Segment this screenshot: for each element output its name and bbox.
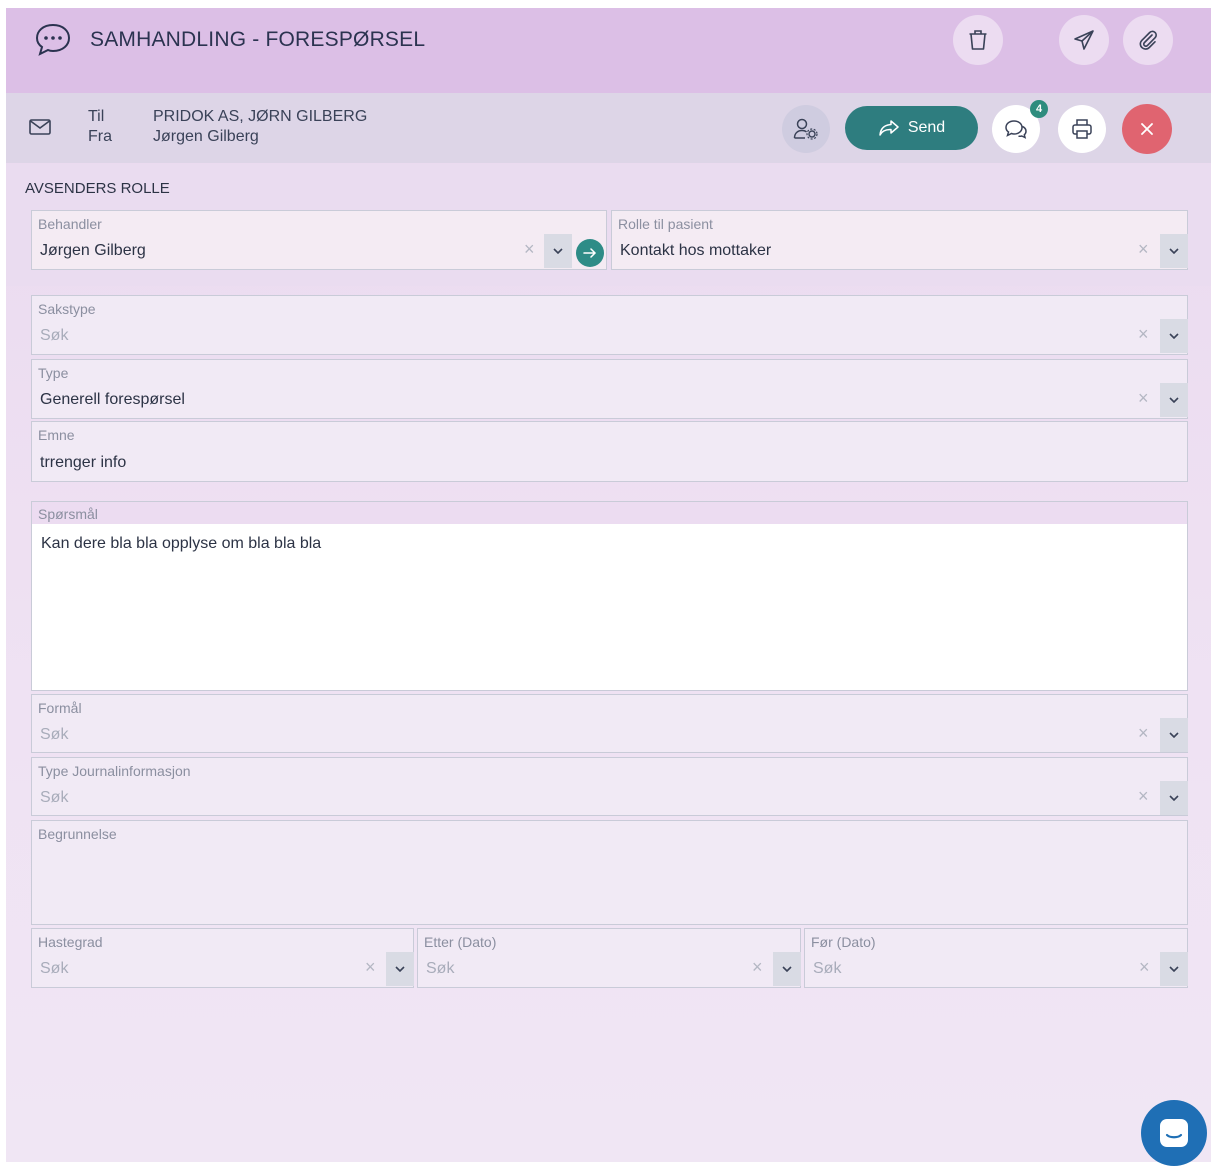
clear-icon[interactable]: × (1138, 239, 1149, 259)
type-journal-select[interactable]: Type Journalinformasjon Søk × (31, 757, 1188, 816)
section-title: AVSENDERS ROLLE (25, 180, 170, 197)
clear-icon[interactable]: × (1139, 957, 1150, 977)
rolle-label: Rolle til pasient (618, 216, 713, 232)
emne-label: Emne (38, 427, 75, 443)
begrunnelse-label: Begrunnelse (38, 826, 117, 842)
to-label: Til (88, 108, 105, 125)
type-select[interactable]: Type Generell forespørsel × (31, 359, 1188, 419)
clear-icon[interactable]: × (752, 957, 763, 977)
close-icon (1140, 122, 1154, 136)
mail-icon (28, 117, 52, 137)
sakstype-select[interactable]: Sakstype Søk × (31, 295, 1188, 355)
clear-icon[interactable]: × (524, 239, 535, 259)
to-value: PRIDOK AS, JØRN GILBERG (153, 108, 368, 125)
chevron-down-icon (553, 248, 563, 254)
sakstype-placeholder: Søk (40, 327, 69, 344)
chevron-down-icon (1169, 333, 1179, 339)
etter-dato-select[interactable]: Etter (Dato) Søk × (417, 928, 801, 988)
emne-value: trrenger info (40, 454, 127, 471)
formal-select[interactable]: Formål Søk × (31, 694, 1188, 753)
chat-bubble-icon (34, 22, 72, 58)
dropdown-toggle[interactable] (773, 952, 801, 986)
forward-icon (878, 119, 900, 137)
hastegrad-placeholder: Søk (40, 960, 69, 977)
formal-placeholder: Søk (40, 726, 69, 743)
dropdown-toggle[interactable] (1160, 952, 1188, 986)
print-icon (1071, 118, 1093, 140)
trash-icon (968, 29, 988, 51)
paper-plane-icon (1073, 29, 1095, 51)
for-dato-placeholder: Søk (813, 960, 842, 977)
comments-badge: 4 (1030, 100, 1048, 118)
type-value: Generell forespørsel (40, 391, 185, 408)
etter-dato-label: Etter (Dato) (424, 934, 497, 950)
rolle-select[interactable]: Rolle til pasient Kontakt hos mottaker × (611, 210, 1188, 270)
delete-button[interactable] (953, 15, 1003, 65)
send-button-label: Send (907, 119, 946, 136)
send-plane-button[interactable] (1059, 15, 1109, 65)
app-window: SAMHANDLING - FORESPØRSEL Til Fra PRIDOK… (6, 8, 1211, 1162)
dropdown-toggle[interactable] (544, 234, 572, 268)
print-button[interactable] (1058, 105, 1106, 153)
behandler-value: Jørgen Gilberg (40, 242, 146, 259)
from-label: Fra (88, 128, 112, 145)
chevron-down-icon (782, 966, 792, 972)
page-title: SAMHANDLING - FORESPØRSEL (90, 28, 426, 51)
sporsmal-label: Spørsmål (38, 506, 98, 522)
paperclip-icon (1137, 29, 1159, 51)
etter-dato-placeholder: Søk (426, 960, 455, 977)
sporsmal-header (32, 502, 1187, 524)
header-bar: SAMHANDLING - FORESPØRSEL (6, 8, 1211, 93)
chevron-down-icon (1169, 795, 1179, 801)
go-arrow-button[interactable] (576, 239, 604, 267)
clear-icon[interactable]: × (1138, 786, 1149, 806)
chevron-down-icon (1169, 966, 1179, 972)
type-label: Type (38, 365, 69, 381)
behandler-select[interactable]: Behandler Jørgen Gilberg × (31, 210, 607, 270)
rolle-value: Kontakt hos mottaker (620, 242, 772, 259)
close-button[interactable] (1122, 104, 1172, 154)
hastegrad-label: Hastegrad (38, 934, 103, 950)
chevron-down-icon (1169, 248, 1179, 254)
dropdown-toggle[interactable] (1160, 718, 1188, 752)
support-chat-button[interactable] (1141, 1100, 1207, 1166)
dropdown-toggle[interactable] (1160, 781, 1188, 815)
clear-icon[interactable]: × (365, 957, 376, 977)
chevron-down-icon (395, 966, 405, 972)
type-journal-placeholder: Søk (40, 789, 69, 806)
attach-button[interactable] (1123, 15, 1173, 65)
dropdown-toggle[interactable] (1160, 234, 1188, 268)
comments-icon (1004, 118, 1028, 140)
dropdown-toggle[interactable] (1160, 319, 1188, 353)
user-settings-button[interactable] (782, 105, 830, 153)
for-dato-label: Før (Dato) (811, 934, 876, 950)
hastegrad-select[interactable]: Hastegrad Søk × (31, 928, 414, 988)
dropdown-toggle[interactable] (386, 952, 414, 986)
chevron-down-icon (1169, 732, 1179, 738)
chat-widget-icon (1157, 1116, 1191, 1150)
emne-input[interactable]: Emne trrenger info (31, 421, 1188, 482)
behandler-label: Behandler (38, 216, 102, 232)
formal-label: Formål (38, 700, 82, 716)
from-value: Jørgen Gilberg (153, 128, 259, 145)
clear-icon[interactable]: × (1138, 324, 1149, 344)
sakstype-label: Sakstype (38, 301, 96, 317)
send-button[interactable]: Send (845, 106, 978, 150)
type-journal-label: Type Journalinformasjon (38, 763, 191, 779)
chevron-down-icon (1169, 397, 1179, 403)
begrunnelse-textarea[interactable]: Begrunnelse (31, 820, 1188, 925)
arrow-right-icon (583, 247, 597, 259)
sporsmal-textarea[interactable]: Spørsmål Kan dere bla bla opplyse om bla… (31, 501, 1188, 691)
clear-icon[interactable]: × (1138, 723, 1149, 743)
user-settings-icon (793, 117, 819, 141)
clear-icon[interactable]: × (1138, 388, 1149, 408)
sporsmal-value: Kan dere bla bla opplyse om bla bla bla (41, 535, 322, 552)
dropdown-toggle[interactable] (1160, 383, 1188, 417)
for-dato-select[interactable]: Før (Dato) Søk × (804, 928, 1188, 988)
